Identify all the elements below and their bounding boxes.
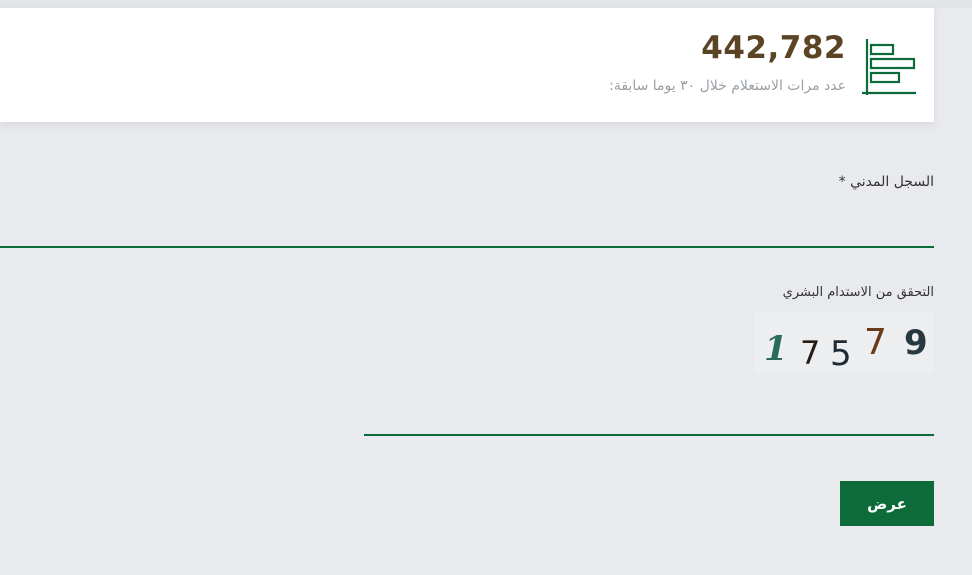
- captcha-digit: 5: [830, 334, 852, 372]
- national-id-input[interactable]: [0, 200, 934, 248]
- bar-chart-icon: [862, 39, 916, 95]
- usage-count-description: عدد مرات الاستعلام خلال ٣٠ يوما سابقة:: [609, 78, 846, 94]
- captcha-digit: 1: [764, 329, 788, 369]
- captcha-label: التحقق من الاستدام البشري: [782, 285, 934, 300]
- usage-count-value: 442,782: [701, 30, 846, 66]
- captcha-digit: 7: [800, 334, 820, 372]
- top-strip: [0, 0, 972, 8]
- usage-stat-card: 442,782 عدد مرات الاستعلام خلال ٣٠ يوما …: [0, 8, 934, 122]
- captcha-input[interactable]: [364, 388, 934, 436]
- national-id-label: السجل المدني *: [838, 174, 934, 190]
- captcha-digit: 7: [864, 322, 887, 363]
- view-button[interactable]: عرض: [840, 481, 934, 526]
- captcha-image: 1 7 5 7 9: [754, 312, 934, 372]
- captcha-digit: 9: [904, 323, 928, 363]
